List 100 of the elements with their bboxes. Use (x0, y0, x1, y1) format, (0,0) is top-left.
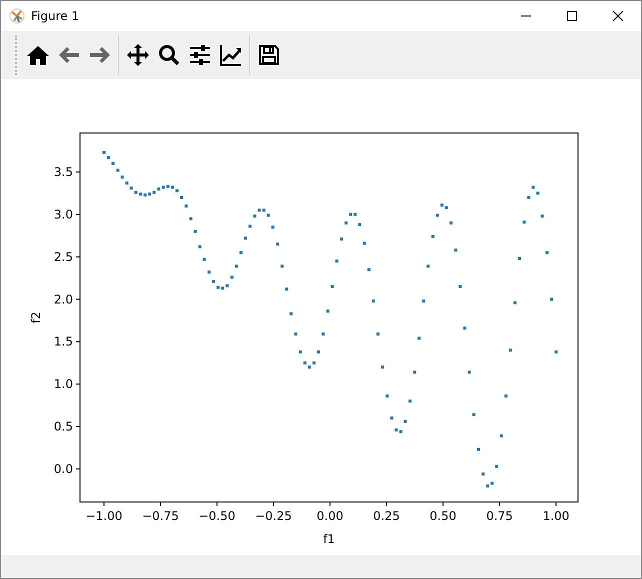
data-point (290, 312, 293, 316)
data-point (176, 189, 178, 192)
data-point (340, 238, 343, 240)
data-point (454, 248, 458, 252)
data-point (372, 300, 375, 302)
data-point (194, 230, 197, 233)
data-point (330, 285, 334, 288)
tick-mark (160, 502, 161, 506)
data-point (431, 235, 434, 238)
tick-label: −0.50 (198, 509, 236, 523)
data-point (463, 326, 466, 330)
data-point (418, 336, 421, 340)
data-point (472, 413, 476, 416)
tick-label: 0.00 (316, 509, 344, 523)
data-point (244, 236, 247, 240)
tick-mark (76, 298, 80, 300)
window-title: Figure 1 (31, 9, 80, 23)
tick-label: 1.0 (54, 377, 73, 392)
save-icon (256, 43, 280, 67)
data-point (276, 242, 280, 246)
tick-mark (216, 502, 218, 506)
data-point (202, 258, 206, 261)
data-point (404, 420, 407, 423)
data-point (107, 156, 110, 160)
tick-label: −0.25 (255, 509, 292, 523)
data-point (322, 332, 325, 336)
tick-mark (330, 502, 331, 506)
home-icon (26, 43, 50, 67)
tick-mark (556, 502, 557, 506)
data-point (184, 204, 188, 208)
data-point (546, 251, 548, 254)
data-point (376, 332, 380, 336)
tick-label: 0.5 (54, 420, 73, 434)
data-point (540, 214, 544, 218)
tick-mark (76, 172, 80, 173)
data-point (335, 260, 338, 263)
tick-mark (76, 341, 80, 342)
data-point (422, 300, 426, 302)
data-point (312, 361, 316, 364)
tick-mark (76, 214, 80, 215)
tick-label: −1.00 (86, 509, 122, 523)
axis-label: f1 (323, 532, 335, 546)
data-point (362, 242, 366, 245)
app-icon (9, 8, 25, 24)
tick-label: 1.00 (542, 509, 570, 523)
data-point (171, 186, 174, 189)
tick-label: 0.25 (373, 509, 400, 523)
tick-mark (76, 468, 80, 470)
data-point (120, 176, 124, 179)
data-point (477, 448, 480, 451)
line-chart-icon (218, 43, 242, 67)
data-point (280, 264, 284, 268)
tick-label: 2.5 (54, 250, 73, 264)
search-icon (156, 43, 180, 67)
data-point (317, 350, 320, 354)
tick-label: 3.0 (54, 207, 73, 222)
data-point (495, 464, 498, 468)
data-point (468, 370, 471, 374)
close-icon (612, 10, 624, 22)
data-point (253, 214, 256, 218)
data-point (450, 221, 452, 224)
data-point (266, 214, 270, 217)
tick-mark (76, 426, 80, 427)
data-point (326, 310, 330, 313)
data-point (436, 214, 439, 217)
data-point (513, 301, 516, 304)
data-point (458, 285, 462, 288)
tick-mark (76, 256, 80, 258)
data-point (500, 434, 503, 438)
data-point (554, 350, 558, 354)
data-point (381, 366, 384, 369)
tick-label: 2.0 (54, 292, 73, 306)
tick-mark (273, 502, 274, 506)
tick-mark (76, 384, 80, 385)
axis-label: f2 (29, 312, 43, 324)
data-point (504, 394, 508, 398)
data-point (408, 400, 412, 403)
data-point (367, 268, 370, 272)
tick-label: 0.0 (54, 462, 73, 476)
data-point (508, 348, 512, 352)
data-point (112, 162, 114, 165)
data-point (180, 196, 183, 199)
data-point (208, 270, 211, 274)
data-point (294, 332, 298, 336)
data-point (102, 151, 106, 154)
data-point (298, 350, 302, 354)
data-point (482, 472, 485, 476)
tick-mark (386, 502, 388, 506)
data-point (344, 221, 348, 224)
data-point (240, 251, 242, 254)
data-point (234, 264, 238, 268)
tick-label: 1.5 (54, 334, 73, 349)
data-point (212, 280, 216, 283)
tick-mark (499, 502, 500, 506)
tick-mark (442, 502, 444, 506)
data-point (536, 192, 540, 195)
data-point (386, 394, 389, 398)
tick-label: 0.50 (430, 509, 456, 523)
data-point (522, 220, 526, 224)
data-point (532, 186, 535, 189)
